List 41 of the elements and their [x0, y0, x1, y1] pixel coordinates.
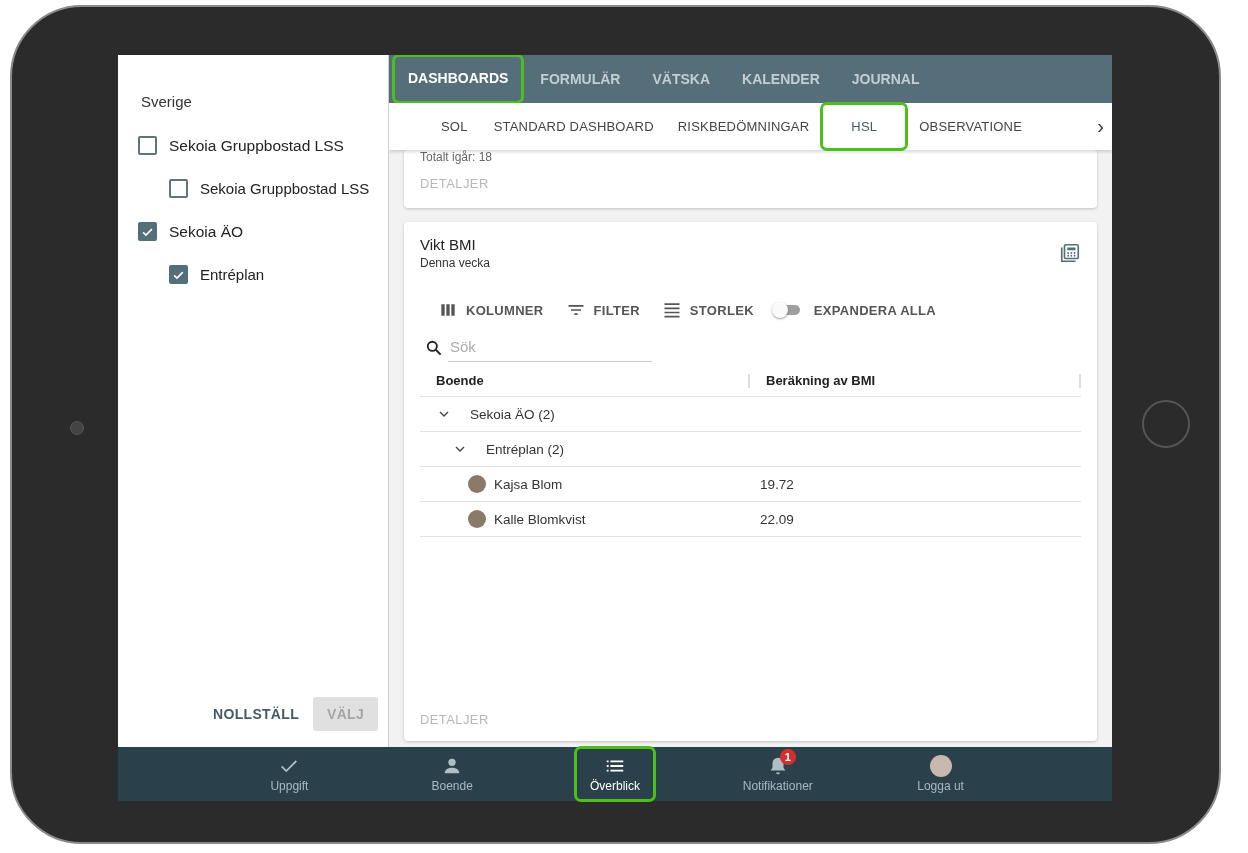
summary-text: Totalt igår: 18: [420, 150, 494, 164]
card-subtitle: Denna vecka: [420, 256, 491, 270]
home-button[interactable]: [1142, 400, 1190, 448]
nav-item[interactable]: Överblick: [575, 747, 655, 801]
nav-item[interactable]: Logga ut: [900, 747, 981, 801]
table-cell: 22.09: [760, 511, 794, 527]
search-icon: [424, 338, 444, 358]
group-label[interactable]: Sekoia ÄO (2): [470, 406, 555, 422]
group-label[interactable]: Entréplan (2): [486, 441, 565, 457]
tab[interactable]: SOL: [389, 103, 482, 150]
toolbar-button[interactable]: FILTER: [565, 300, 640, 320]
tab[interactable]: HSL: [821, 103, 908, 150]
checkbox-item[interactable]: Sekoia ÄO: [138, 210, 388, 253]
nav-item[interactable]: Uppgift: [249, 747, 330, 801]
checkbox-item[interactable]: Entréplan: [138, 253, 388, 296]
column-header[interactable]: Beräkning av BMI: [750, 374, 1081, 388]
nav-item[interactable]: 1 Notifikationer: [737, 747, 818, 801]
table-cell: 19.72: [760, 476, 794, 492]
checkbox-item[interactable]: Sekoia Gruppbostad LSS: [138, 124, 388, 167]
tab[interactable]: DASHBOARDS: [393, 55, 524, 103]
avatar-icon: [468, 475, 486, 493]
toggle-switch[interactable]: EXPANDERA ALLA: [775, 302, 936, 318]
resident-name: Kajsa Blom: [494, 476, 563, 492]
column-header[interactable]: Boende: [420, 374, 750, 388]
nav-item[interactable]: Boende: [412, 747, 493, 801]
notification-badge: 1: [779, 749, 796, 765]
camera-icon: [70, 421, 84, 435]
card-title: Vikt BMI: [420, 236, 477, 253]
region-heading: Sverige: [141, 93, 193, 110]
scroll-right-button[interactable]: ›: [1089, 103, 1112, 150]
tab[interactable]: RISKBEDÖMNINGAR: [665, 103, 822, 150]
toolbar-button[interactable]: STORLEK: [661, 300, 754, 320]
checkbox-item[interactable]: Sekoia Gruppbostad LSS: [138, 167, 388, 210]
avatar-icon: [929, 755, 952, 777]
tab[interactable]: STANDARD DASHBOARD: [481, 103, 666, 150]
tab[interactable]: OBSERVATIONE: [907, 103, 1035, 150]
reset-button[interactable]: NOLLSTÄLL: [205, 697, 307, 731]
avatar-icon: [468, 510, 486, 528]
toolbar-button[interactable]: KOLUMNER: [438, 300, 544, 320]
calculator-icon: [1059, 242, 1081, 264]
resident-name: Kalle Blomkvist: [494, 511, 586, 527]
